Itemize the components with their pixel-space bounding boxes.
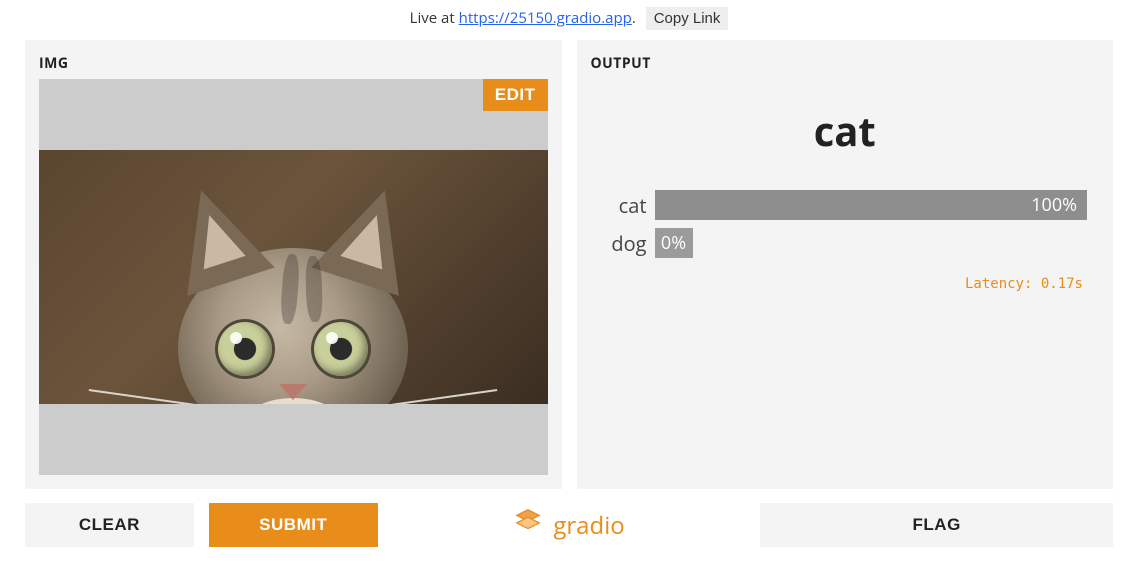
edit-button[interactable]: EDIT bbox=[483, 79, 548, 111]
live-url-bar: Live at https://25150.gradio.app. Copy L… bbox=[0, 0, 1138, 40]
bar-track: 0% bbox=[655, 228, 1088, 258]
clear-button[interactable]: CLEAR bbox=[25, 503, 194, 547]
bar-fill: 0% bbox=[655, 228, 693, 258]
live-prefix: Live at bbox=[410, 8, 459, 28]
confidence-bar-row: dog 0% bbox=[603, 228, 1088, 258]
flag-button[interactable]: FLAG bbox=[760, 503, 1113, 547]
bar-label: cat bbox=[603, 192, 647, 219]
latency-text: Latency: 0.17s bbox=[603, 276, 1088, 292]
output-panel: OUTPUT cat cat 100% dog 0% Laten bbox=[577, 40, 1114, 489]
gradio-logo-icon bbox=[513, 506, 543, 544]
bar-fill: 100% bbox=[655, 190, 1088, 220]
output-panel-label: OUTPUT bbox=[591, 54, 1100, 73]
gradio-brand-text: gradio bbox=[553, 509, 624, 542]
live-suffix: . bbox=[632, 8, 640, 28]
gradio-brand[interactable]: gradio bbox=[513, 506, 624, 544]
live-url-link[interactable]: https://25150.gradio.app bbox=[459, 8, 632, 28]
main-row: IMG EDIT bbox=[0, 40, 1138, 489]
top-prediction: cat bbox=[603, 103, 1088, 158]
input-panel-label: IMG bbox=[39, 54, 548, 73]
bar-track: 100% bbox=[655, 190, 1088, 220]
submit-button[interactable]: SUBMIT bbox=[209, 503, 378, 547]
uploaded-image bbox=[39, 150, 548, 404]
copy-link-button[interactable]: Copy Link bbox=[646, 7, 729, 30]
bar-pct: 100% bbox=[1031, 193, 1077, 217]
input-panel: IMG EDIT bbox=[25, 40, 562, 489]
bar-label: dog bbox=[603, 230, 647, 257]
bar-pct: 0% bbox=[661, 231, 686, 255]
confidence-bar-row: cat 100% bbox=[603, 190, 1088, 220]
image-input[interactable]: EDIT bbox=[39, 79, 548, 475]
footer-row: CLEAR SUBMIT gradio FLAG bbox=[0, 489, 1138, 547]
